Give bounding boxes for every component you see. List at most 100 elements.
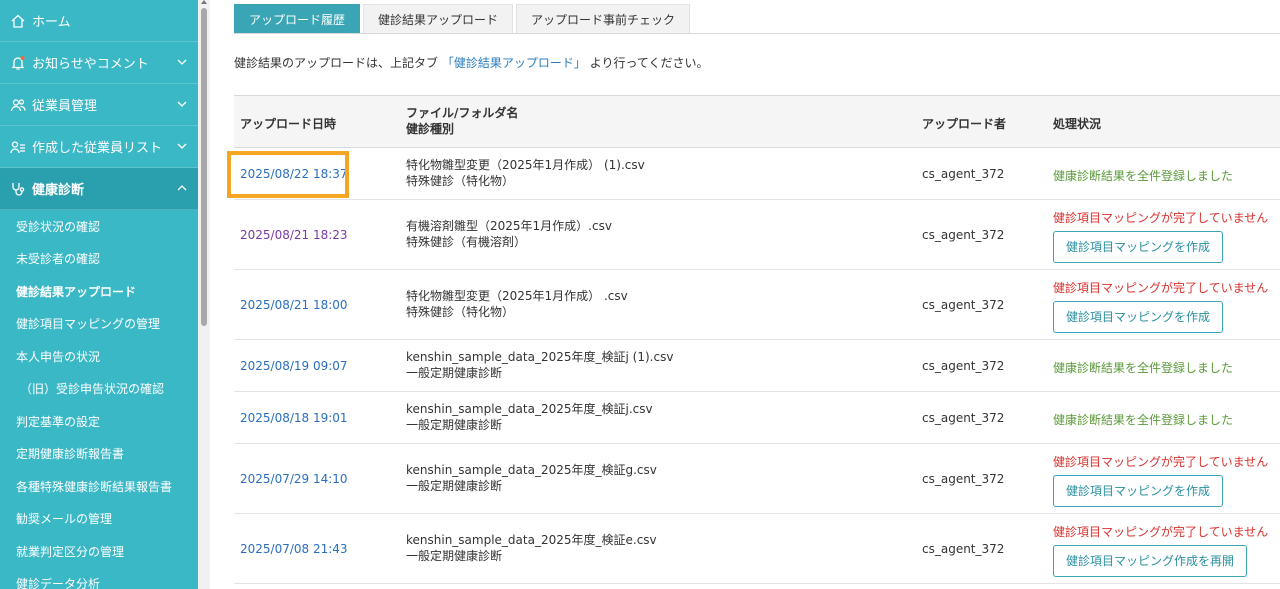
status-cell: 健診項目マッピングが完了していません 健診項目マッピングを作成 <box>1053 209 1268 263</box>
file-cell: kenshin_sample_data_2025年度_検証e.csv 一般定期健… <box>406 532 657 564</box>
sidebar-item-notices[interactable]: お知らせやコメント <box>0 42 198 84</box>
checkup-type: 特殊健診（特化物） <box>406 174 515 188</box>
file-name: kenshin_sample_data_2025年度_検証j (1).csv <box>406 350 674 364</box>
submenu-item[interactable]: 就業判定区分の管理 <box>0 535 198 568</box>
table-row: 2025/07/08 21:43 kenshin_sample_data_202… <box>234 514 1280 584</box>
tab-bar: アップロード履歴 健診結果アップロード アップロード事前チェック <box>234 4 693 33</box>
sidebar: ホーム お知らせやコメント 従業員管理 作成した従業員リスト 健康診断 受診状況… <box>0 0 198 589</box>
uploader: cs_agent_372 <box>922 228 1005 242</box>
sidebar-item-employees[interactable]: 従業員管理 <box>0 84 198 126</box>
header-file: ファイル/フォルダ名 健診種別 <box>406 105 518 137</box>
users-icon <box>9 96 26 113</box>
file-cell: 特化物雛型変更（2025年1月作成） .csv 特殊健診（特化物） <box>406 288 628 320</box>
submenu-item[interactable]: 本人申告の状況 <box>0 340 198 373</box>
create-mapping-button[interactable]: 健診項目マッピングを作成 <box>1053 301 1224 333</box>
tab-result-upload[interactable]: 健診結果アップロード <box>363 4 514 33</box>
sidebar-scrollbar-thumb[interactable] <box>201 8 207 326</box>
upload-date-link[interactable]: 2025/08/19 09:07 <box>240 359 348 373</box>
create-mapping-button[interactable]: 健診項目マッピングを作成 <box>1053 231 1224 263</box>
file-cell: kenshin_sample_data_2025年度_検証g.csv 一般定期健… <box>406 462 657 494</box>
uploader: cs_agent_372 <box>922 411 1005 425</box>
submenu-item[interactable]: 未受診者の確認 <box>0 243 198 276</box>
scroll-up-arrow-icon[interactable] <box>201 0 207 4</box>
upload-date-link[interactable]: 2025/08/21 18:23 <box>240 228 348 242</box>
home-icon <box>9 12 26 29</box>
checkup-type: 一般定期健康診断 <box>406 418 503 432</box>
upload-date-link[interactable]: 2025/07/08 21:43 <box>240 542 348 556</box>
upload-notice: 健診結果のアップロードは、上記タブ 「健診結果アップロード」 より行ってください… <box>234 54 709 71</box>
tab-upload-history[interactable]: アップロード履歴 <box>234 4 361 33</box>
bell-icon <box>9 54 26 71</box>
submenu-item[interactable]: 受診状況の確認 <box>0 210 198 243</box>
highlight-box <box>227 151 349 198</box>
submenu-item[interactable]: 健診データ分析 <box>0 568 198 589</box>
notice-text: より行ってください。 <box>589 56 709 70</box>
tab-divider <box>234 33 1280 34</box>
table-row: 2025/08/22 18:37 特化物雛型変更（2025年1月作成） (1).… <box>234 148 1280 200</box>
header-status: 処理状況 <box>1053 117 1102 131</box>
sidebar-item-label: ホーム <box>32 15 71 30</box>
health-checkup-submenu: 受診状況の確認 未受診者の確認 健診結果アップロード 健診項目マッピングの管理 … <box>0 210 198 589</box>
upload-date-link[interactable]: 2025/07/29 14:10 <box>240 472 348 486</box>
file-name: 特化物雛型変更（2025年1月作成） .csv <box>406 289 628 303</box>
sidebar-item-employee-lists[interactable]: 作成した従業員リスト <box>0 126 198 168</box>
sidebar-item-label: 作成した従業員リスト <box>32 141 163 156</box>
file-name: kenshin_sample_data_2025年度_検証e.csv <box>406 533 657 547</box>
file-name: 特化物雛型変更（2025年1月作成） (1).csv <box>406 158 645 172</box>
create-mapping-button[interactable]: 健診項目マッピングを作成 <box>1053 475 1224 507</box>
upload-history-table: アップロード日時 ファイル/フォルダ名 健診種別 アップロード者 処理状況 20… <box>234 95 1280 584</box>
chevron-down-icon <box>177 101 187 107</box>
sidebar-item-label: 従業員管理 <box>32 99 98 114</box>
header-checkup-type: 健診種別 <box>406 122 455 136</box>
status-error: 健診項目マッピングが完了していません <box>1053 455 1269 469</box>
submenu-item[interactable]: 各種特殊健康診断結果報告書 <box>0 470 198 503</box>
uploader: cs_agent_372 <box>922 542 1005 556</box>
file-cell: kenshin_sample_data_2025年度_検証j.csv 一般定期健… <box>406 401 653 433</box>
file-cell: 特化物雛型変更（2025年1月作成） (1).csv 特殊健診（特化物） <box>406 157 645 189</box>
submenu-item-current[interactable]: 健診結果アップロード <box>0 275 198 308</box>
table-row: 2025/07/29 14:10 kenshin_sample_data_202… <box>234 444 1280 514</box>
tab-pre-check[interactable]: アップロード事前チェック <box>516 4 691 33</box>
status-success: 健康診断結果を全件登録しました <box>1053 169 1234 183</box>
checkup-type: 特殊健診（有機溶剤） <box>406 235 527 249</box>
header-file-name: ファイル/フォルダ名 <box>406 106 519 120</box>
status-error: 健診項目マッピングが完了していません <box>1053 281 1269 295</box>
checkup-type: 特殊健診（特化物） <box>406 305 515 319</box>
sidebar-item-home[interactable]: ホーム <box>0 0 198 42</box>
upload-date-link[interactable]: 2025/08/21 18:00 <box>240 298 348 312</box>
status-cell: 健診項目マッピングが完了していません 健診項目マッピング作成を再開 <box>1053 523 1268 577</box>
header-date: アップロード日時 <box>240 117 337 131</box>
submenu-item[interactable]: 定期健康診断報告書 <box>0 438 198 471</box>
resume-mapping-button[interactable]: 健診項目マッピング作成を再開 <box>1053 545 1248 577</box>
status-error: 健診項目マッピングが完了していません <box>1053 525 1269 539</box>
status-cell: 健診項目マッピングが完了していません 健診項目マッピングを作成 <box>1053 279 1268 333</box>
header-uploader: アップロード者 <box>922 117 1007 131</box>
table-row: 2025/08/18 19:01 kenshin_sample_data_202… <box>234 392 1280 444</box>
submenu-item[interactable]: 勧奨メールの管理 <box>0 503 198 536</box>
notice-text: 健診結果のアップロードは、上記タブ <box>234 56 439 70</box>
chevron-down-icon <box>177 143 187 149</box>
submenu-item[interactable]: 健診項目マッピングの管理 <box>0 308 198 341</box>
checkup-type: 一般定期健康診断 <box>406 549 503 563</box>
submenu-item[interactable]: （旧）受診申告状況の確認 <box>0 373 198 406</box>
chevron-up-icon <box>177 185 187 191</box>
stethoscope-icon <box>9 180 26 197</box>
sidebar-item-label: 健康診断 <box>32 183 85 198</box>
status-success: 健康診断結果を全件登録しました <box>1053 413 1234 427</box>
upload-date-link[interactable]: 2025/08/18 19:01 <box>240 411 348 425</box>
submenu-item[interactable]: 判定基準の設定 <box>0 405 198 438</box>
status-cell: 健診項目マッピングが完了していません 健診項目マッピングを作成 <box>1053 453 1268 507</box>
table-header: アップロード日時 ファイル/フォルダ名 健診種別 アップロード者 処理状況 <box>234 95 1280 148</box>
user-list-icon <box>9 138 26 155</box>
sidebar-item-health-checkup[interactable]: 健康診断 <box>0 168 198 210</box>
uploader: cs_agent_372 <box>922 298 1005 312</box>
table-row: 2025/08/19 09:07 kenshin_sample_data_202… <box>234 340 1280 392</box>
file-cell: 有機溶剤雛型（2025年1月作成）.csv 特殊健診（有機溶剤） <box>406 218 612 250</box>
uploader: cs_agent_372 <box>922 167 1005 181</box>
sidebar-item-label: お知らせやコメント <box>32 57 149 72</box>
uploader: cs_agent_372 <box>922 359 1005 373</box>
notice-tab-link[interactable]: 「健診結果アップロード」 <box>442 56 586 70</box>
status-error: 健診項目マッピングが完了していません <box>1053 211 1269 225</box>
file-name: kenshin_sample_data_2025年度_検証g.csv <box>406 463 657 477</box>
checkup-type: 一般定期健康診断 <box>406 479 503 493</box>
